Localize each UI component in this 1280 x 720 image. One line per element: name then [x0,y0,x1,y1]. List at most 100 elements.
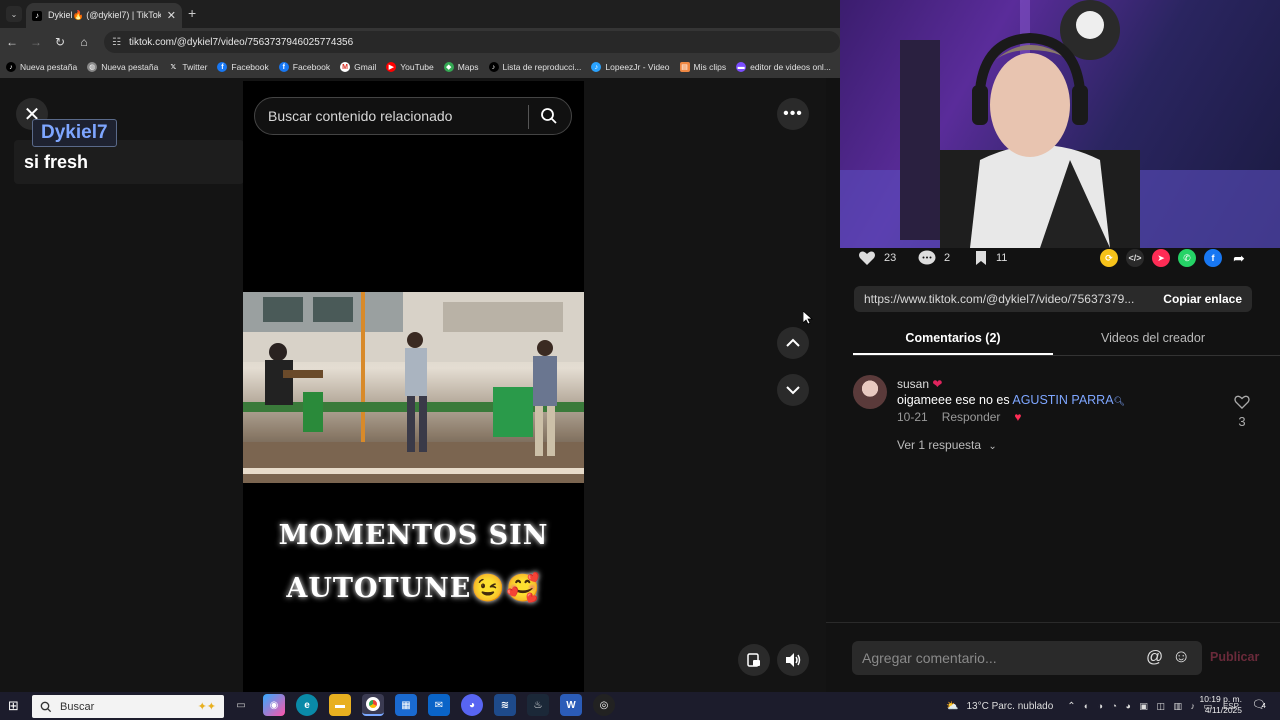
comment-username[interactable]: susan ❤ [897,377,942,391]
share-link-box: https://www.tiktok.com/@dykiel7/video/75… [854,286,1252,312]
youtube-icon: ▶ [386,62,397,72]
notification-count: 4 [1261,703,1266,710]
editor-icon: ▬ [736,62,747,72]
bookmark-item[interactable]: f Facebook [217,62,269,72]
bookmark-item[interactable]: ◍ Nueva pestaña [87,62,158,72]
bookmark-icon [976,251,986,265]
repost-icon[interactable]: ⟳ [1100,249,1118,267]
video-overlay-line1: MOMENTOS SIN [278,520,549,551]
weather-text[interactable]: 13°C Parc. nublado [966,701,1053,712]
view-replies-button[interactable]: Ver 1 respuesta ⌄ [897,438,997,452]
task-view-icon[interactable]: ▭ [230,694,252,716]
channel-tag: Dykiel7 [32,119,117,147]
bookmark-item[interactable]: ♪ Lista de reproducci... [488,62,581,72]
save-stat[interactable]: 11 [974,250,1007,266]
tab-comments[interactable]: Comentarios (2) [853,326,1053,355]
related-search-input[interactable]: Buscar contenido relacionado [254,97,572,135]
copilot-icon[interactable]: ◉ [263,694,285,716]
copilot-sparkle-icon: ✦✦ [197,701,216,713]
bookmark-item[interactable]: ▤ Mis clips [679,62,726,72]
share-url[interactable]: https://www.tiktok.com/@dykiel7/video/75… [854,292,1153,306]
emoji-icon[interactable]: ☺ [1172,646,1190,667]
tab-close-icon[interactable]: ✕ [167,9,176,22]
comment-input[interactable]: Agregar comentario... @ ☺ [852,641,1202,675]
site-settings-icon[interactable]: ☷ [112,37,121,48]
comment-icon [918,250,936,265]
bookmark-item[interactable]: f Facebook [278,62,330,72]
forward-icon[interactable]: → [24,35,48,49]
clock[interactable]: 10:19 p. m. 4/11/2025 [1198,694,1242,716]
tray-icons[interactable]: ◐ ◑ ◔ ◕ ▣ ◫ ▥ ♪ ▭ [1084,701,1215,712]
chrome-icon[interactable] [362,694,384,716]
share-icons: ⟳ </> ➤ ✆ f ➦ [1100,249,1248,267]
copy-link-button[interactable]: Copiar enlace [1153,286,1252,312]
obs-icon[interactable]: ◎ [593,694,615,716]
streamer-webcam-image [840,0,1280,248]
ellipsis-icon: ••• [783,105,803,122]
bookmark-item[interactable]: ♪ LopeezJr - Video [591,62,670,72]
bookmark-item[interactable]: ▬ editor de videos onl... [736,62,831,72]
comment-like-button[interactable] [1234,395,1250,412]
pip-button[interactable] [738,644,770,676]
bookmark-item[interactable]: M Gmail [340,62,376,72]
tray-chevron-icon[interactable]: ⌃ [1067,701,1075,712]
back-icon[interactable]: ← [0,35,24,49]
bookmark-item[interactable]: ◆ Maps [443,62,479,72]
next-video-button[interactable] [777,374,809,406]
tiktok-icon: ♪ [32,10,42,21]
globe-icon: ◍ [87,62,98,72]
heart-icon [859,251,875,265]
send-icon[interactable]: ➤ [1152,249,1170,267]
system-tray: ⛅ 13°C Parc. nublado ⌃ ◐ ◑ ◔ ◕ ▣ ◫ ▥ ♪ ▭… [946,693,1239,719]
publish-button[interactable]: Publicar [1210,650,1259,664]
address-text: tiktok.com/@dykiel7/video/75637379460257… [128,36,354,48]
taskbar-apps: ▭ ◉ e ▬ ▦ ✉ ◕ ≋ ♨ W ◎ [230,694,615,716]
search-icon[interactable] [540,107,558,128]
tiktok-icon: ♪ [591,62,602,72]
address-bar[interactable]: ☷ tiktok.com/@dykiel7/video/756373794602… [104,31,840,53]
chevron-down-icon [786,386,800,395]
steam-icon[interactable]: ♨ [527,694,549,716]
search-icon[interactable]: 🔍︎ [1114,396,1125,406]
search-icon [40,701,52,712]
home-icon[interactable]: ⌂ [72,35,96,49]
mail-icon[interactable]: ✉ [428,694,450,716]
windows-start-icon[interactable]: ⊞ [8,698,19,714]
comment-date: 10-21 [897,410,928,424]
edge-icon[interactable]: e [296,694,318,716]
reload-icon[interactable]: ↻ [48,35,72,49]
store-icon[interactable]: ▦ [395,694,417,716]
bookmark-item[interactable]: ▶ YouTube [386,62,434,72]
divider [826,622,1280,623]
tab-search-button[interactable]: ⌄ [6,6,22,22]
weather-icon: ⛅ [946,700,959,712]
facebook-icon[interactable]: f [1204,249,1222,267]
bookmark-item[interactable]: 𝕏 Twitter [168,62,208,72]
avatar[interactable] [853,375,887,409]
x-icon: 𝕏 [170,64,177,71]
volume-button[interactable] [777,644,809,676]
like-stat[interactable]: 23 [858,250,896,266]
whatsapp-icon[interactable]: ✆ [1178,249,1196,267]
screen: ⌄ ♪ Dykiel🔥 (@dykiel7) | TikTok ✕ + ← → … [0,0,1280,720]
app-icon[interactable]: ≋ [494,694,516,716]
new-tab-button[interactable]: + [188,5,196,21]
mention-link[interactable]: AGUSTIN PARRA [1012,393,1113,407]
bookmark-item[interactable]: ♪ Nueva pestaña [6,62,77,72]
like-count: 23 [884,252,897,264]
browser-tab[interactable]: ♪ Dykiel🔥 (@dykiel7) | TikTok ✕ [26,3,182,28]
mention-icon[interactable]: @ [1146,647,1163,667]
previous-video-button[interactable] [777,327,809,359]
taskbar-search[interactable]: Buscar ✦✦ [32,695,224,718]
tab-creator-videos[interactable]: Videos del creador [1053,326,1253,355]
more-options-button[interactable]: ••• [777,98,809,130]
embed-icon[interactable]: </> [1126,249,1144,267]
file-explorer-icon[interactable]: ▬ [329,694,351,716]
notification-icon[interactable]: 🗨︎4 [1252,698,1266,711]
comment-like-count: 3 [1238,414,1246,429]
reply-button[interactable]: Responder [942,410,1001,424]
discord-icon[interactable]: ◕ [461,694,483,716]
share-arrow-icon[interactable]: ➦ [1230,249,1248,267]
word-icon[interactable]: W [560,694,582,716]
comment-stat[interactable]: 2 [918,250,950,266]
